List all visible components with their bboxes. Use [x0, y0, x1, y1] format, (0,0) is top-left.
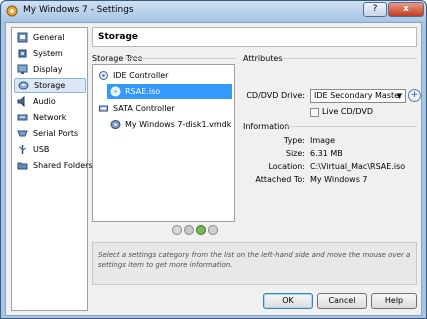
size-value: 6.31 MB [310, 149, 343, 158]
add-controller-icon[interactable] [172, 225, 182, 235]
information-divider [284, 126, 417, 127]
sidebar-item-usb[interactable]: USB [14, 142, 86, 157]
system-chip-icon [18, 49, 27, 58]
tree-item-label: RSAE.iso [125, 87, 161, 96]
ok-button[interactable]: OK [263, 293, 313, 309]
help-button[interactable]: Help [371, 293, 417, 309]
tree-item-label: IDE Controller [113, 71, 169, 80]
title-help-button[interactable]: ? [363, 2, 387, 17]
attributes-label: Attributes [243, 54, 283, 63]
help-info-text: Select a settings category from the list… [98, 251, 411, 269]
storage-tree[interactable]: IDE Controller RSAE.iso SATA Controller … [92, 64, 235, 222]
window-title: My Windows 7 - Settings [23, 5, 134, 15]
settings-category-list: General System Display Storage Audio Net… [11, 27, 93, 311]
type-value: Image [310, 136, 336, 145]
tree-item-ide-controller[interactable]: IDE Controller [98, 68, 232, 83]
cd-dvd-drive-value: IDE Secondary Master [314, 91, 403, 100]
sidebar-item-label: Audio [33, 97, 56, 106]
drive-label: CD/DVD Drive: [246, 91, 305, 100]
tree-item-vmdk-disk[interactable]: My Windows 7-disk1.vmdk [110, 117, 232, 132]
sidebar-item-system[interactable]: System [14, 46, 86, 61]
sidebar-item-label: Shared Folders [33, 161, 93, 170]
chevron-down-icon: ▼ [396, 92, 402, 100]
tree-item-label: My Windows 7-disk1.vmdk [125, 120, 232, 129]
attributes-divider [281, 58, 417, 59]
shared-folder-icon [17, 162, 28, 170]
page-header: Storage [92, 27, 417, 47]
attached-to-value: My Windows 7 [310, 175, 368, 184]
ide-controller-icon [99, 71, 108, 80]
storage-tree-toolbar [172, 225, 218, 236]
sidebar-item-label: Display [33, 65, 63, 74]
sidebar-item-storage[interactable]: Storage [14, 78, 86, 93]
cd-dvd-icon [110, 86, 121, 97]
sidebar-item-shared-folders[interactable]: Shared Folders [14, 158, 93, 173]
information-label: Information [243, 122, 290, 131]
page-title: Storage [98, 32, 139, 42]
help-info-panel: Select a settings category from the list… [92, 242, 417, 285]
remove-controller-icon[interactable] [184, 225, 194, 235]
cd-dvd-drive-select[interactable]: IDE Secondary Master ▼ [310, 89, 406, 103]
dialog-client-area: General System Display Storage Audio Net… [5, 22, 422, 316]
add-attachment-icon[interactable] [196, 225, 206, 235]
live-cd-dvd-label: Live CD/DVD [322, 107, 373, 116]
attached-to-label: Attached To: [255, 175, 305, 184]
tree-item-sata-controller[interactable]: SATA Controller [98, 101, 232, 116]
tree-item-rsae-iso[interactable]: RSAE.iso [107, 84, 232, 99]
serial-port-icon [17, 130, 28, 137]
sidebar-item-display[interactable]: Display [14, 62, 86, 77]
title-close-button[interactable]: x [388, 2, 424, 17]
sidebar-item-label: Storage [34, 81, 66, 90]
sidebar-item-audio[interactable]: Audio [14, 94, 86, 109]
live-cd-dvd-checkbox[interactable] [310, 108, 319, 117]
general-icon [17, 32, 28, 43]
sidebar-item-general[interactable]: General [14, 30, 86, 45]
title-bar: My Windows 7 - Settings ? x [1, 1, 426, 21]
storage-disk-icon [18, 81, 29, 90]
usb-icon [18, 145, 27, 154]
audio-speaker-icon [17, 96, 25, 107]
sidebar-item-label: Network [33, 113, 67, 122]
sidebar-item-network[interactable]: Network [14, 110, 86, 125]
network-icon [17, 114, 28, 121]
choose-disk-icon[interactable]: + [408, 89, 421, 102]
location-value: C:\Virtual_Mac\RSAE.iso [310, 162, 406, 171]
type-label: Type: [283, 136, 305, 145]
settings-gear-icon [6, 5, 18, 17]
settings-window: My Windows 7 - Settings ? x General Syst… [0, 0, 427, 319]
sidebar-item-label: USB [33, 145, 50, 154]
sidebar-item-serial-ports[interactable]: Serial Ports [14, 126, 86, 141]
size-label: Size: [285, 149, 305, 158]
sidebar-item-label: System [33, 49, 63, 58]
storage-tree-divider [124, 58, 236, 59]
sata-controller-icon [99, 105, 108, 112]
display-monitor-icon [17, 64, 28, 74]
sidebar-item-label: General [33, 33, 65, 42]
remove-attachment-icon[interactable] [208, 225, 218, 235]
cancel-button[interactable]: Cancel [317, 293, 367, 309]
hard-disk-icon [110, 120, 121, 129]
location-label: Location: [268, 162, 305, 171]
tree-item-label: SATA Controller [113, 104, 175, 113]
sidebar-item-label: Serial Ports [33, 129, 79, 138]
